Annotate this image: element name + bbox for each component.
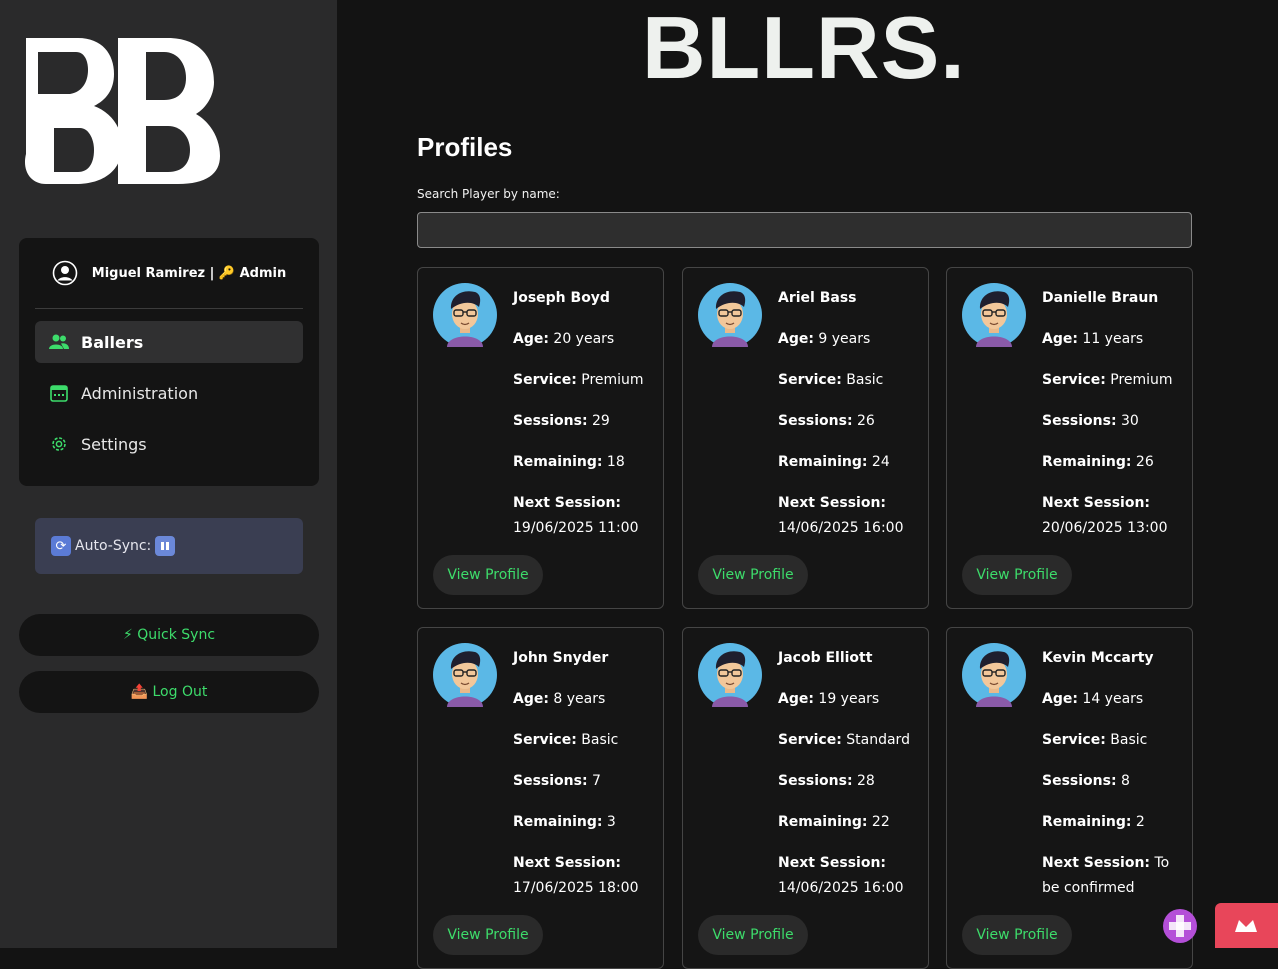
plus-grid-icon: [1169, 915, 1191, 937]
profile-service: Service: Basic: [778, 372, 884, 388]
search-label: Search Player by name:: [417, 187, 560, 201]
avatar: [698, 283, 762, 347]
main-logo: BLLRS.: [642, 0, 966, 97]
user-label: Miguel Ramirez | 🔑 Admin: [91, 265, 287, 281]
profile-sessions: Sessions: 29: [513, 413, 610, 429]
profile-remaining: Remaining: 3: [513, 814, 616, 830]
autosync-toggle[interactable]: ⟳ Auto-Sync:: [35, 518, 303, 574]
profile-name: John Snyder: [513, 650, 609, 666]
profile-age: Age: 9 years: [778, 331, 871, 347]
quick-sync-button[interactable]: ⚡ Quick Sync: [19, 614, 319, 656]
profile-next-session: Next Session: 14/06/2025 16:00: [778, 855, 904, 896]
profile-info: John Snyder Age: 8 years Service: Basic …: [513, 646, 658, 917]
profile-service: Service: Premium: [1042, 372, 1173, 388]
avatar: [433, 643, 497, 707]
sync-icon: ⟳: [51, 536, 71, 556]
profile-remaining: Remaining: 26: [1042, 454, 1154, 470]
crown-icon: [1235, 920, 1257, 932]
profile-card: Jacob Elliott Age: 19 years Service: Sta…: [682, 627, 929, 969]
sidebar-logo: [18, 38, 222, 184]
nav-label-ballers: Ballers: [81, 332, 144, 352]
assistant-button[interactable]: [1163, 909, 1197, 943]
nav-item-administration[interactable]: Administration: [35, 372, 303, 414]
avatar: [433, 283, 497, 347]
nav-label-administration: Administration: [81, 383, 199, 403]
view-profile-button[interactable]: View Profile: [433, 915, 543, 955]
search-input[interactable]: [417, 212, 1192, 248]
profile-info: Jacob Elliott Age: 19 years Service: Sta…: [778, 646, 923, 917]
user-panel: Miguel Ramirez | 🔑 Admin Ballers Adminis…: [19, 238, 319, 486]
profile-remaining: Remaining: 2: [1042, 814, 1145, 830]
profile-service: Service: Basic: [513, 732, 619, 748]
logout-button[interactable]: 📤 Log Out: [19, 671, 319, 713]
nav-item-settings[interactable]: Settings: [35, 423, 303, 465]
sidebar: Miguel Ramirez | 🔑 Admin Ballers Adminis…: [0, 0, 337, 948]
view-profile-button[interactable]: View Profile: [698, 555, 808, 595]
view-profile-button[interactable]: View Profile: [433, 555, 543, 595]
profile-age: Age: 11 years: [1042, 331, 1144, 347]
profile-next-session: Next Session: 20/06/2025 13:00: [1042, 495, 1168, 536]
page-title: Profiles: [417, 132, 513, 162]
profile-service: Service: Standard: [778, 732, 910, 748]
profile-sessions: Sessions: 30: [1042, 413, 1139, 429]
profile-card: Danielle Braun Age: 11 years Service: Pr…: [946, 267, 1193, 609]
profile-sessions: Sessions: 8: [1042, 773, 1130, 789]
profile-name: Danielle Braun: [1042, 290, 1159, 306]
avatar: [962, 643, 1026, 707]
profile-remaining: Remaining: 24: [778, 454, 890, 470]
profile-name: Kevin Mccarty: [1042, 650, 1154, 666]
profile-age: Age: 8 years: [513, 691, 606, 707]
profile-next-session: Next Session: 19/06/2025 11:00: [513, 495, 639, 536]
profile-age: Age: 20 years: [513, 331, 615, 347]
pause-icon: [155, 536, 176, 556]
profile-sessions: Sessions: 7: [513, 773, 601, 789]
profile-service: Service: Basic: [1042, 732, 1148, 748]
nav-label-settings: Settings: [81, 434, 147, 454]
profile-name: Ariel Bass: [778, 290, 857, 306]
profile-next-session: Next Session: 14/06/2025 16:00: [778, 495, 904, 536]
profile-card: Joseph Boyd Age: 20 years Service: Premi…: [417, 267, 664, 609]
calendar-icon: [49, 383, 69, 403]
view-profile-button[interactable]: View Profile: [962, 555, 1072, 595]
profile-info: Kevin Mccarty Age: 14 years Service: Bas…: [1042, 646, 1187, 917]
user-circle-icon: [52, 260, 78, 286]
profile-info: Ariel Bass Age: 9 years Service: Basic S…: [778, 286, 923, 557]
user-info: Miguel Ramirez | 🔑 Admin: [19, 256, 319, 290]
profile-age: Age: 14 years: [1042, 691, 1144, 707]
profile-card: Ariel Bass Age: 9 years Service: Basic S…: [682, 267, 929, 609]
profile-next-session: Next Session: 17/06/2025 18:00: [513, 855, 639, 896]
profile-remaining: Remaining: 22: [778, 814, 890, 830]
avatar: [698, 643, 762, 707]
profile-next-session: Next Session: To be confirmed: [1042, 855, 1170, 896]
profile-sessions: Sessions: 26: [778, 413, 875, 429]
autosync-label: Auto-Sync:: [75, 538, 152, 554]
profile-name: Jacob Elliott: [778, 650, 873, 666]
view-profile-button[interactable]: View Profile: [962, 915, 1072, 955]
users-icon: [49, 332, 69, 352]
gear-icon: [49, 434, 69, 454]
profile-card: John Snyder Age: 8 years Service: Basic …: [417, 627, 664, 969]
profile-info: Danielle Braun Age: 11 years Service: Pr…: [1042, 286, 1187, 557]
profile-info: Joseph Boyd Age: 20 years Service: Premi…: [513, 286, 658, 557]
profile-name: Joseph Boyd: [513, 290, 610, 306]
profile-service: Service: Premium: [513, 372, 644, 388]
profile-remaining: Remaining: 18: [513, 454, 625, 470]
profile-sessions: Sessions: 28: [778, 773, 875, 789]
profile-card: Kevin Mccarty Age: 14 years Service: Bas…: [946, 627, 1193, 969]
nav-item-ballers[interactable]: Ballers: [35, 321, 303, 363]
avatar: [962, 283, 1026, 347]
divider: [35, 308, 303, 309]
view-profile-button[interactable]: View Profile: [698, 915, 808, 955]
profile-age: Age: 19 years: [778, 691, 880, 707]
streamlit-badge[interactable]: [1215, 903, 1278, 948]
